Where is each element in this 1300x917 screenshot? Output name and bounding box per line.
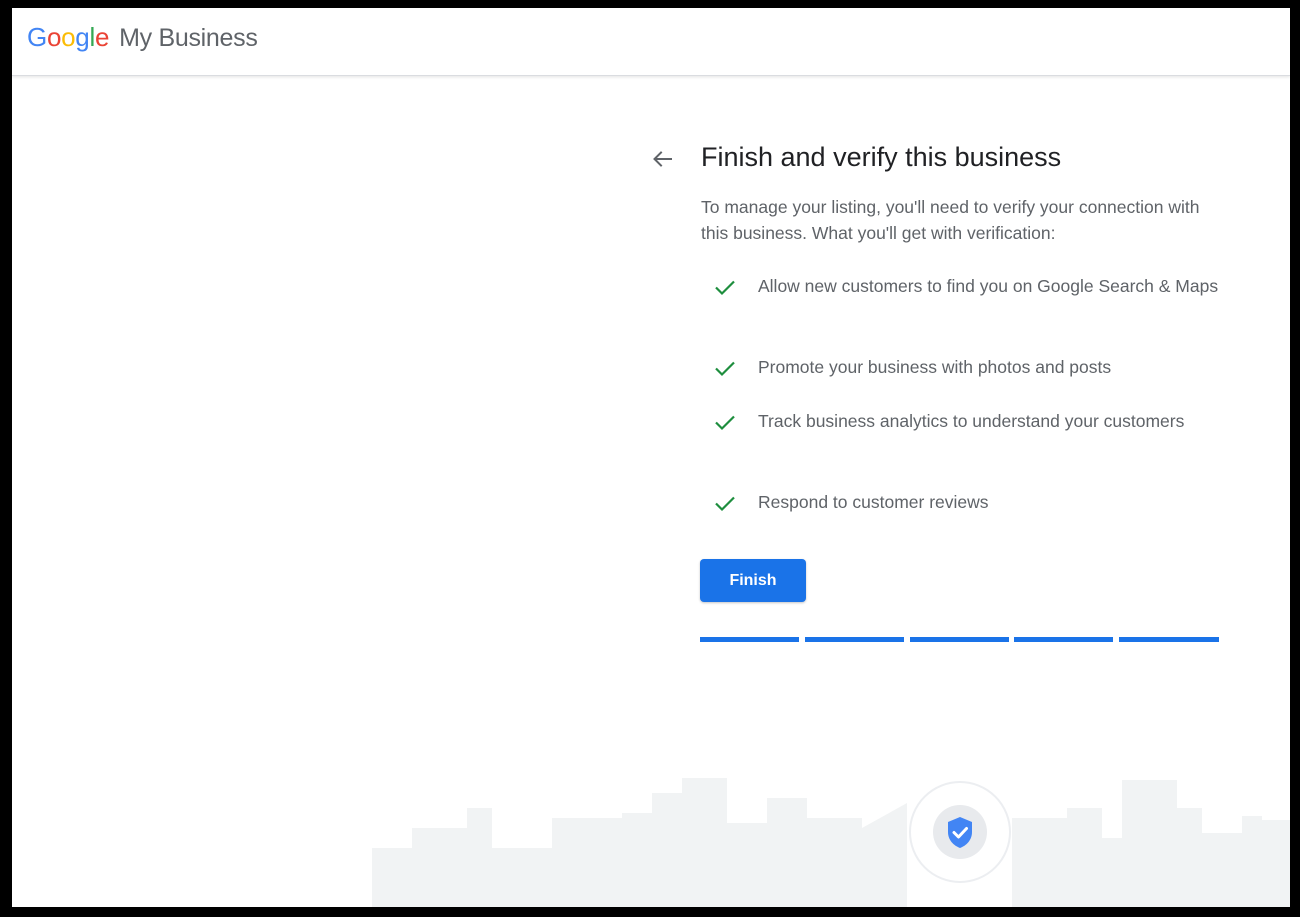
check-icon xyxy=(715,361,735,377)
product-name: My Business xyxy=(119,24,258,52)
page-title: Finish and verify this business xyxy=(701,142,1062,172)
step-progress-bar xyxy=(700,637,1219,642)
progress-step xyxy=(1014,637,1113,642)
benefit-text: Promote your business with photos and po… xyxy=(758,357,1112,377)
top-app-bar: Google My Business xyxy=(12,8,1290,76)
app-window: Google My Business Finish and verify thi… xyxy=(12,8,1290,907)
progress-step xyxy=(910,637,1009,642)
benefit-text: Allow new customers to find you on Googl… xyxy=(758,276,1219,296)
check-icon xyxy=(715,496,735,512)
logo-letter: G xyxy=(27,22,47,52)
logo-letter: o xyxy=(61,22,76,52)
progress-step xyxy=(805,637,904,642)
logo-letter: e xyxy=(94,22,110,52)
google-wordmark: Google xyxy=(27,22,109,53)
back-button[interactable] xyxy=(648,145,676,173)
progress-step xyxy=(1119,637,1219,642)
check-icon xyxy=(715,280,735,296)
finish-button[interactable]: Finish xyxy=(700,559,806,602)
progress-step xyxy=(700,637,799,642)
benefit-text: Respond to customer reviews xyxy=(758,492,989,512)
logo-letter: o xyxy=(46,22,62,52)
intro-text: To manage your listing, you'll need to v… xyxy=(701,197,1200,243)
arrow-back-icon xyxy=(653,151,672,167)
check-icon xyxy=(715,415,735,431)
verification-panel: Finish and verify this business To manag… xyxy=(12,8,1290,907)
logo-letter: g xyxy=(75,22,90,52)
benefit-text: Track business analytics to understand y… xyxy=(758,411,1185,431)
google-my-business-logo[interactable]: Google My Business xyxy=(27,22,258,53)
